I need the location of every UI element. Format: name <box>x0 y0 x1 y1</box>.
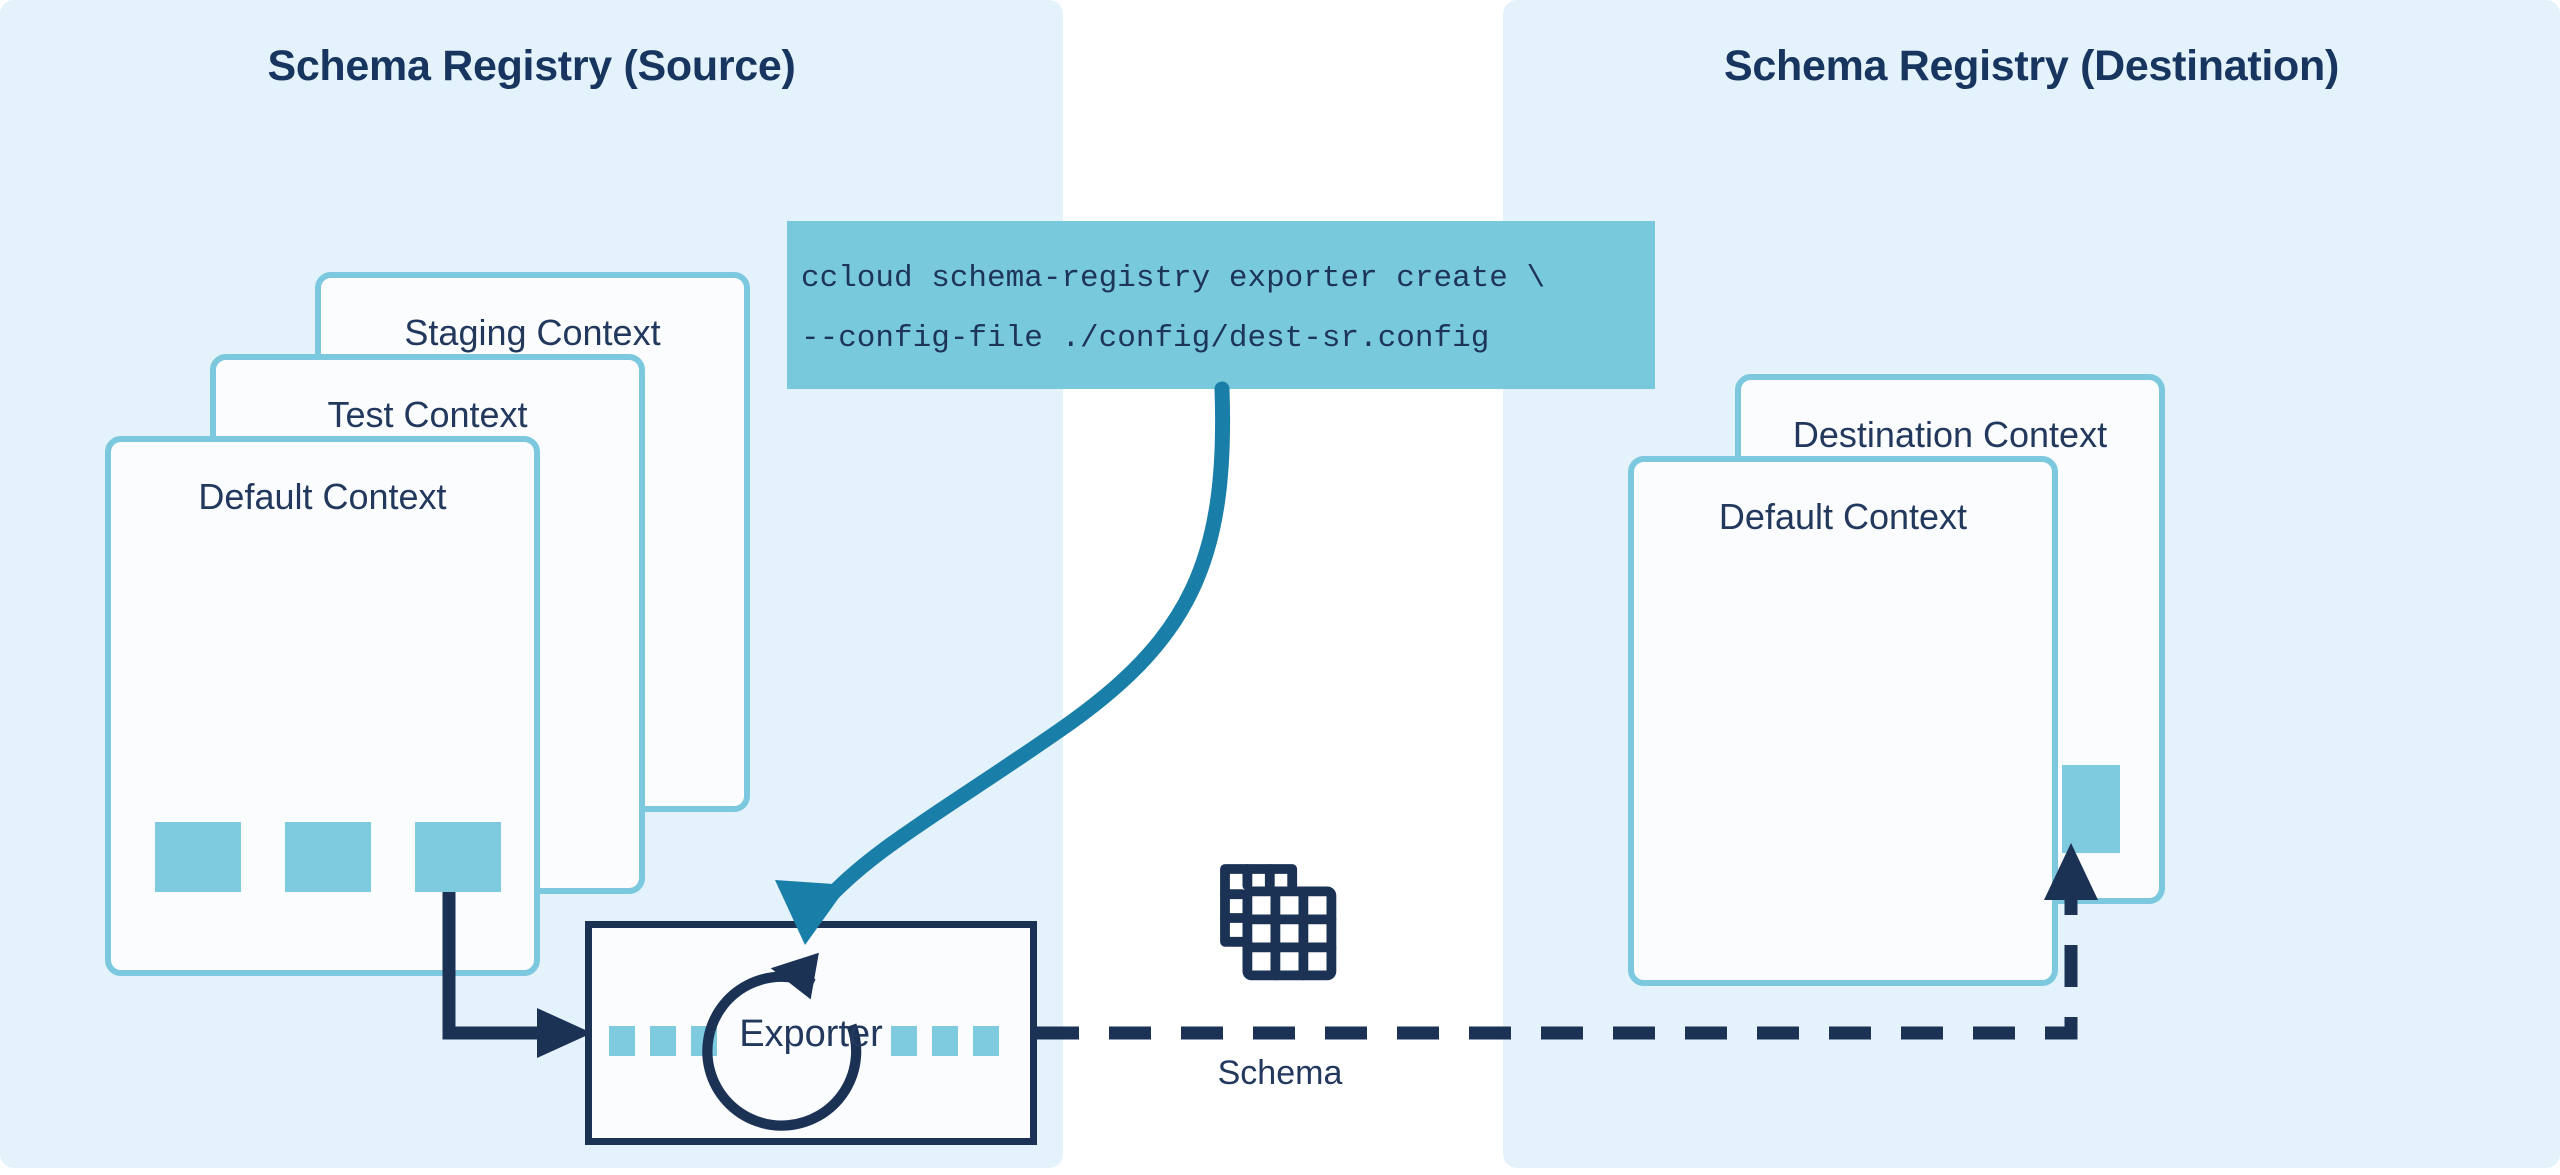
exporter-label: Exporter <box>739 1013 883 1055</box>
context-card-label: Test Context <box>327 394 528 435</box>
exporter-component[interactable]: Exporter <box>585 921 1037 1145</box>
destination-panel-title: Schema Registry (Destination) <box>1724 42 2339 90</box>
context-card-label: Destination Context <box>1792 414 2108 455</box>
context-card-label: Staging Context <box>404 312 661 353</box>
source-panel-title: Schema Registry (Source) <box>267 42 796 90</box>
schema-block <box>415 822 501 892</box>
context-card-default-source[interactable]: Default Context <box>105 436 540 976</box>
schema-block <box>285 822 371 892</box>
diagram-canvas: Schema Registry (Source) Schema Registry… <box>0 0 2560 1175</box>
schema-block <box>155 822 241 892</box>
cli-command-block[interactable]: ccloud schema-registry exporter create \… <box>787 221 1655 389</box>
context-card-label: Default Context <box>1718 496 1968 537</box>
schema-block-destination <box>2062 765 2120 853</box>
context-card-default-destination[interactable]: Default Context <box>1628 456 2058 986</box>
schema-grid-icon <box>1220 864 1337 981</box>
cli-command-line-2: --config-file ./config/dest-sr.config <box>801 321 1490 356</box>
context-card-label: Default Context <box>198 476 447 517</box>
schema-flow-label: Schema <box>1217 1054 1343 1092</box>
cli-command-line-1: ccloud schema-registry exporter create \ <box>801 261 1546 296</box>
